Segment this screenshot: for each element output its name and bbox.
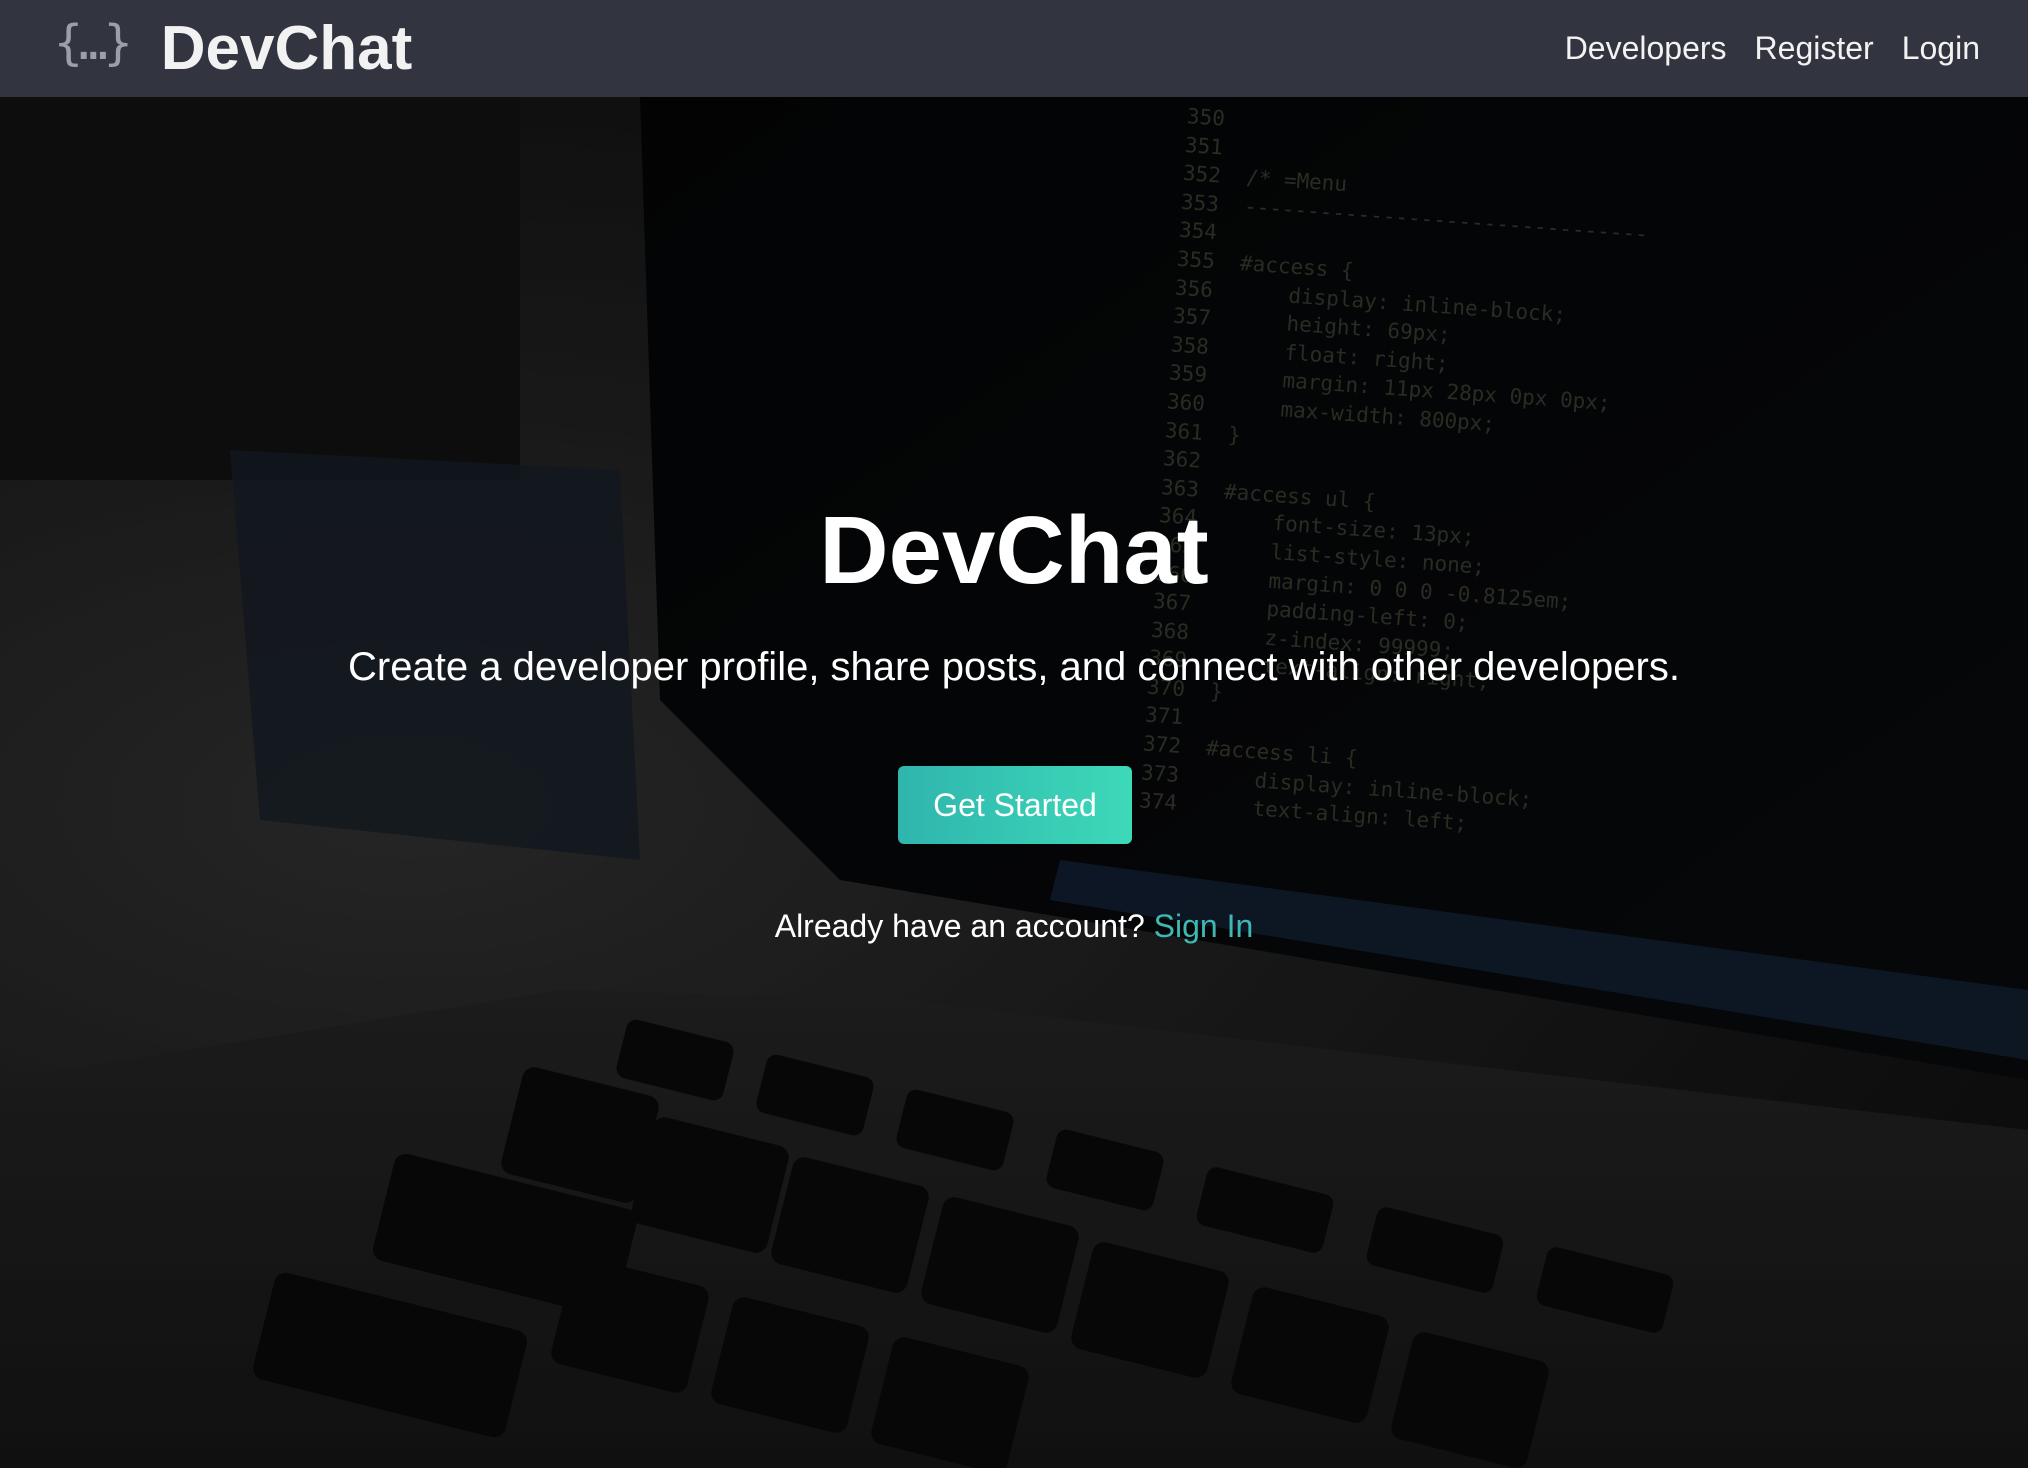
signin-prompt: Already have an account? — [774, 908, 1154, 944]
nav-link-developers[interactable]: Developers — [1565, 30, 1727, 67]
landing-section: DevChat Create a developer profile, shar… — [0, 0, 2028, 1468]
landing-lead-text: Create a developer profile, share posts,… — [348, 645, 1680, 689]
nav-links: Developers Register Login — [1565, 30, 1980, 67]
nav-link-register[interactable]: Register — [1755, 30, 1874, 67]
signin-line: Already have an account? Sign In — [0, 908, 2028, 945]
navbar: {…} DevChat Developers Register Login — [0, 0, 2028, 97]
sign-in-link[interactable]: Sign In — [1154, 908, 1254, 944]
get-started-button[interactable]: Get Started — [898, 766, 1132, 844]
page-title: DevChat — [819, 497, 1209, 604]
brand-link[interactable]: {…} DevChat — [54, 13, 412, 84]
nav-link-login[interactable]: Login — [1902, 30, 1980, 67]
code-braces-icon: {…} — [54, 14, 133, 71]
brand-name: DevChat — [160, 14, 413, 83]
